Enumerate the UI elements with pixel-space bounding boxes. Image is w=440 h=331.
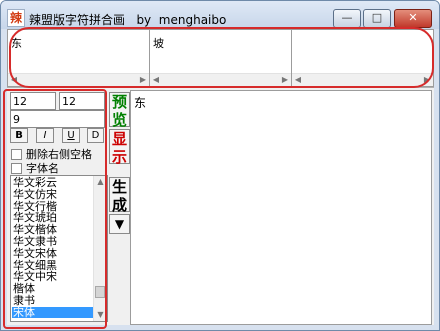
generate-button[interactable]: 生成	[109, 177, 130, 214]
minimize-button[interactable]: —	[333, 9, 361, 28]
font-name-checkbox[interactable]	[11, 163, 22, 174]
font-list-item[interactable]: 宋体	[13, 306, 35, 319]
generate-options-dropdown[interactable]: ▼	[109, 214, 130, 234]
input-pane-text: 东	[11, 37, 22, 50]
remove-trailing-space-checkbox[interactable]	[11, 149, 22, 160]
preview-text: 东	[134, 96, 147, 110]
font-size-field[interactable]: 9	[10, 110, 105, 128]
display-button[interactable]: 显示	[109, 129, 130, 166]
input-pane-3[interactable]: ◀ ▶	[291, 29, 434, 87]
horizontal-scrollbar[interactable]: ◀ ▶	[292, 73, 433, 86]
maximize-icon: □	[371, 11, 383, 24]
scroll-up-icon[interactable]: ▲	[94, 176, 107, 188]
remove-trailing-space-label: 删除右侧空格	[26, 148, 92, 161]
preview-area: 东	[130, 90, 432, 325]
scroll-left-icon[interactable]: ◀	[292, 74, 304, 86]
title-bar[interactable]: 辣 辣盟版字符拼合画 by menghaibo — □ ✕	[1, 1, 439, 29]
height-field[interactable]: 12	[59, 92, 105, 110]
input-pane-1[interactable]: 东 ◀ ▶	[7, 29, 150, 87]
app-window: 辣 辣盟版字符拼合画 by menghaibo — □ ✕ 东 ◀ ▶ 坡 ◀ ▶ …	[0, 0, 440, 331]
scroll-right-icon[interactable]: ▶	[137, 74, 149, 86]
vertical-scrollbar[interactable]: ▲ ▼	[93, 176, 107, 321]
strike-button[interactable]: D	[87, 128, 104, 143]
close-button[interactable]: ✕	[394, 9, 432, 28]
bold-button[interactable]: B	[10, 128, 28, 143]
horizontal-scrollbar[interactable]: ◀ ▶	[150, 73, 291, 86]
italic-button[interactable]: I	[36, 128, 54, 143]
scroll-thumb[interactable]	[95, 286, 105, 298]
width-field[interactable]: 12	[10, 92, 56, 110]
minimize-icon: —	[341, 11, 353, 24]
app-icon: 辣	[7, 9, 25, 27]
underline-button[interactable]: U	[62, 128, 80, 143]
divider	[7, 87, 434, 88]
preview-button[interactable]: 预览	[109, 92, 130, 129]
font-list-item[interactable]: 华文宋体	[13, 247, 57, 260]
font-name-label: 字体名	[26, 162, 59, 175]
scroll-left-icon[interactable]: ◀	[8, 74, 20, 86]
input-pane-text: 坡	[153, 37, 164, 50]
close-icon: ✕	[408, 11, 418, 24]
window-title: 辣盟版字符拼合画 by menghaibo	[29, 13, 227, 27]
scroll-down-icon[interactable]: ▼	[94, 309, 107, 321]
font-list[interactable]: 华文彩云 华文仿宋 华文行楷 华文琥珀 华文楷体 华文隶书 华文宋体 华文细黑 华文中宋 楷体 隶书…	[10, 175, 108, 322]
horizontal-scrollbar[interactable]: ◀ ▶	[8, 73, 149, 86]
scroll-right-icon[interactable]: ▶	[421, 74, 433, 86]
client-area: 东 ◀ ▶ 坡 ◀ ▶ ◀ ▶ 12 12 9 B I U D 删除右侧空格 字体名 …	[7, 29, 434, 325]
maximize-button[interactable]: □	[363, 9, 391, 28]
font-list-item[interactable]: 华文仿宋	[13, 188, 57, 201]
scroll-right-icon[interactable]: ▶	[279, 74, 291, 86]
input-pane-2[interactable]: 坡 ◀ ▶	[149, 29, 292, 87]
scroll-left-icon[interactable]: ◀	[150, 74, 162, 86]
